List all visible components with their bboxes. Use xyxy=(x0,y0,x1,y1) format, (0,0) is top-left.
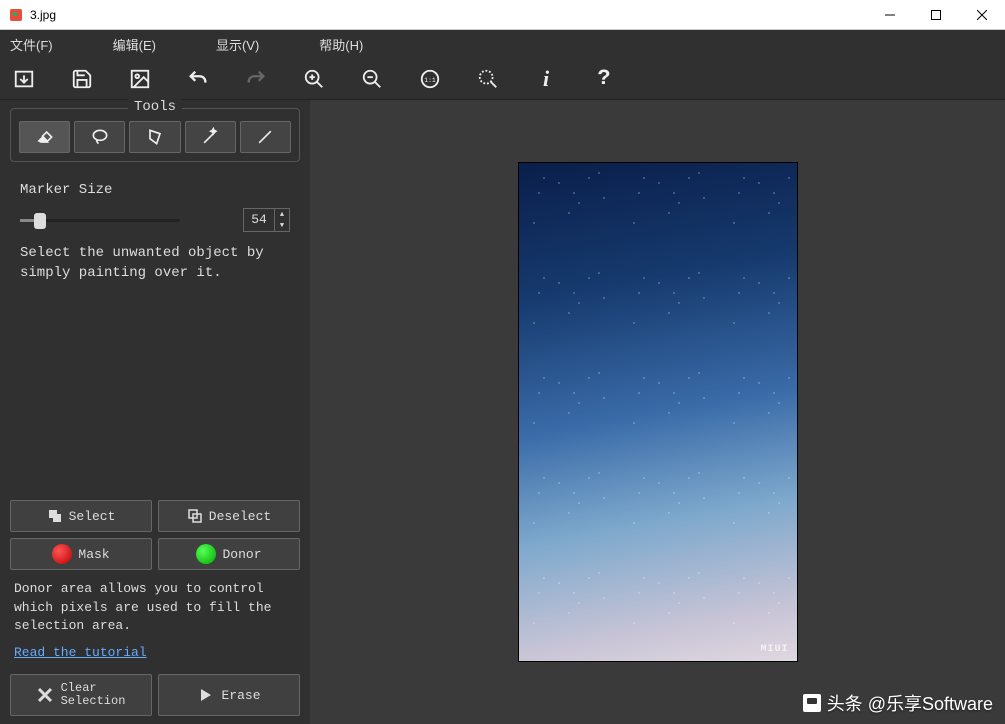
donor-label: Donor xyxy=(222,547,261,562)
save-icon[interactable] xyxy=(68,65,96,93)
marker-size-label: Marker Size xyxy=(20,182,290,198)
mask-label: Mask xyxy=(78,547,109,562)
select-button[interactable]: Select xyxy=(10,500,152,532)
marker-help-text: Select the unwanted object by simply pai… xyxy=(10,244,300,283)
app-icon xyxy=(8,7,24,23)
image-preview[interactable]: MIUI xyxy=(518,162,798,662)
play-icon xyxy=(197,687,213,703)
zoom-fit-icon[interactable] xyxy=(474,65,502,93)
canvas-area[interactable]: MIUI xyxy=(310,100,1005,724)
marker-size-section: Marker Size 54 ▲▼ xyxy=(10,182,300,232)
window-controls xyxy=(867,0,1005,30)
donor-button[interactable]: Donor xyxy=(158,538,300,570)
window-title: 3.jpg xyxy=(30,8,867,22)
zoom-100-icon[interactable]: 1:1 xyxy=(416,65,444,93)
menu-edit[interactable]: 编辑(E) xyxy=(113,35,156,54)
donor-help-text: Donor area allows you to control which p… xyxy=(10,576,300,639)
clear-label-2: Selection xyxy=(61,695,126,708)
menu-view[interactable]: 显示(V) xyxy=(216,35,259,54)
tool-wand[interactable] xyxy=(185,121,236,153)
maximize-button[interactable] xyxy=(913,0,959,30)
marker-size-value[interactable]: 54 xyxy=(244,209,274,231)
image-icon[interactable] xyxy=(126,65,154,93)
select-icon xyxy=(47,508,63,524)
clear-icon xyxy=(37,687,53,703)
tool-polygon[interactable] xyxy=(129,121,180,153)
info-icon[interactable]: i xyxy=(532,65,560,93)
toolbar: 1:1 i ? xyxy=(0,58,1005,100)
marker-size-spinner[interactable]: 54 ▲▼ xyxy=(243,208,290,232)
donor-color-icon xyxy=(196,544,216,564)
open-icon[interactable] xyxy=(10,65,38,93)
minimize-button[interactable] xyxy=(867,0,913,30)
menu-file[interactable]: 文件(F) xyxy=(10,35,53,54)
spinner-down[interactable]: ▼ xyxy=(275,220,289,231)
marker-size-slider[interactable] xyxy=(20,219,233,222)
mask-color-icon xyxy=(52,544,72,564)
tool-lasso[interactable] xyxy=(74,121,125,153)
zoom-in-icon[interactable] xyxy=(300,65,328,93)
deselect-icon xyxy=(187,508,203,524)
deselect-label: Deselect xyxy=(209,509,271,524)
tool-eraser[interactable] xyxy=(19,121,70,153)
watermark-icon xyxy=(803,694,821,712)
menubar: 文件(F) 编辑(E) 显示(V) 帮助(H) xyxy=(0,30,1005,58)
svg-text:1:1: 1:1 xyxy=(424,76,436,83)
deselect-button[interactable]: Deselect xyxy=(158,500,300,532)
spinner-up[interactable]: ▲ xyxy=(275,209,289,220)
menu-help[interactable]: 帮助(H) xyxy=(319,35,363,54)
clear-selection-button[interactable]: ClearSelection xyxy=(10,674,152,716)
erase-button[interactable]: Erase xyxy=(158,674,300,716)
close-button[interactable] xyxy=(959,0,1005,30)
undo-icon[interactable] xyxy=(184,65,212,93)
tool-line[interactable] xyxy=(240,121,291,153)
redo-icon xyxy=(242,65,270,93)
mask-button[interactable]: Mask xyxy=(10,538,152,570)
help-icon[interactable]: ? xyxy=(590,65,618,93)
zoom-out-icon[interactable] xyxy=(358,65,386,93)
sidebar: Tools Marker Size 54 ▲▼ Select th xyxy=(0,100,310,724)
tools-label: Tools xyxy=(128,99,182,115)
erase-label: Erase xyxy=(221,688,260,703)
titlebar: 3.jpg xyxy=(0,0,1005,30)
watermark-text: 头条 @乐享Software xyxy=(827,690,993,716)
select-label: Select xyxy=(69,509,116,524)
tutorial-link[interactable]: Read the tutorial xyxy=(10,645,300,660)
watermark: 头条 @乐享Software xyxy=(803,690,993,716)
tools-box: Tools xyxy=(10,108,300,162)
image-badge: MIUI xyxy=(760,644,788,655)
